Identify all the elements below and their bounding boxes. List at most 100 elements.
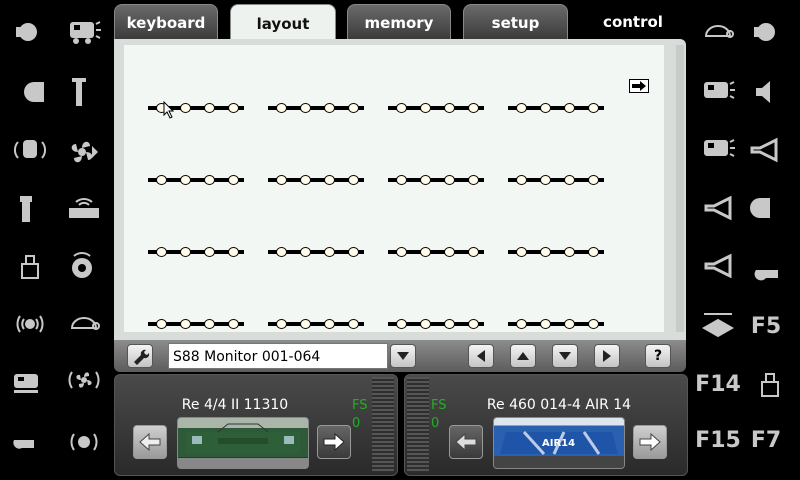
layout-panel bbox=[114, 39, 686, 344]
s88-contact-led bbox=[348, 247, 359, 257]
turtle-icon[interactable] bbox=[64, 304, 104, 344]
function-f5-button[interactable]: F5 bbox=[746, 306, 786, 346]
arrow-left-icon bbox=[139, 433, 161, 451]
loco-sound-icon[interactable] bbox=[64, 12, 104, 52]
s88-contact-led bbox=[468, 247, 479, 257]
s88-contact-led bbox=[540, 247, 551, 257]
s88-module[interactable] bbox=[148, 247, 244, 257]
speed-step-label: FS bbox=[431, 398, 447, 413]
help-button[interactable]: ? bbox=[645, 344, 671, 368]
s88-contact-led bbox=[324, 103, 335, 113]
horn-icon[interactable] bbox=[698, 246, 738, 286]
s88-module[interactable] bbox=[388, 319, 484, 329]
horn-icon[interactable] bbox=[698, 188, 738, 228]
s88-contact-led bbox=[324, 175, 335, 185]
loco-sound-icon[interactable] bbox=[698, 72, 738, 112]
speaker-icon[interactable] bbox=[744, 72, 784, 112]
cab-radio-icon[interactable] bbox=[64, 188, 104, 228]
highbeam-icon[interactable] bbox=[744, 188, 784, 228]
tab-memory[interactable]: memory bbox=[347, 4, 451, 40]
s88-contact-led bbox=[564, 319, 575, 329]
tab-control[interactable]: control bbox=[580, 4, 686, 40]
s88-contact-led bbox=[180, 247, 191, 257]
s88-contact-led bbox=[468, 103, 479, 113]
s88-module[interactable] bbox=[388, 175, 484, 185]
direction-right-button[interactable] bbox=[317, 425, 351, 459]
headlight-icon[interactable] bbox=[18, 72, 58, 112]
wrench-settings-button[interactable] bbox=[127, 344, 153, 368]
function-f14-button[interactable]: F14 bbox=[695, 364, 741, 404]
s88-contact-led bbox=[204, 247, 215, 257]
module-select[interactable]: S88 Monitor 001-064 bbox=[168, 343, 388, 369]
s88-module[interactable] bbox=[508, 319, 604, 329]
s88-module[interactable] bbox=[508, 175, 604, 185]
s88-module[interactable] bbox=[388, 247, 484, 257]
loco-image[interactable]: AIR14 bbox=[493, 417, 625, 469]
tab-layout[interactable]: layout bbox=[230, 4, 336, 42]
s88-monitor-canvas bbox=[124, 45, 664, 332]
s88-contact-led bbox=[396, 175, 407, 185]
s88-module[interactable] bbox=[508, 103, 604, 113]
weight-icon[interactable] bbox=[750, 364, 790, 404]
direction-left-button[interactable] bbox=[133, 425, 167, 459]
scroll-down-button[interactable] bbox=[552, 344, 578, 368]
sound-icon[interactable] bbox=[10, 304, 50, 344]
s88-contact-led bbox=[276, 175, 287, 185]
s88-module[interactable] bbox=[388, 103, 484, 113]
fan-icon[interactable] bbox=[64, 130, 104, 170]
compressor-icon[interactable] bbox=[64, 246, 104, 286]
s88-contact-led bbox=[276, 247, 287, 257]
s88-contact-led bbox=[300, 103, 311, 113]
s88-contact-led bbox=[204, 103, 215, 113]
whistle-icon[interactable] bbox=[750, 254, 790, 294]
next-button[interactable] bbox=[594, 344, 620, 368]
mouse-cursor-icon bbox=[163, 101, 175, 119]
arrow-left-icon bbox=[477, 350, 485, 362]
s88-module[interactable] bbox=[148, 175, 244, 185]
weight-icon[interactable] bbox=[10, 246, 50, 286]
vertical-scrollbar[interactable] bbox=[676, 45, 684, 332]
light-icon[interactable] bbox=[6, 12, 46, 52]
exit-icon[interactable] bbox=[629, 79, 649, 93]
prev-button[interactable] bbox=[468, 344, 494, 368]
s88-module[interactable] bbox=[268, 247, 364, 257]
train-sound-icon[interactable] bbox=[698, 130, 738, 170]
s88-contact-led bbox=[588, 175, 599, 185]
train-announce-icon[interactable] bbox=[6, 360, 46, 400]
s88-contact-led bbox=[564, 175, 575, 185]
module-dropdown-button[interactable] bbox=[390, 344, 416, 368]
tab-keyboard[interactable]: keyboard bbox=[114, 4, 218, 40]
s88-contact-led bbox=[420, 175, 431, 185]
loco-image[interactable] bbox=[177, 417, 309, 469]
s88-module[interactable] bbox=[508, 247, 604, 257]
direction-right-button[interactable] bbox=[633, 425, 667, 459]
turtle-icon[interactable] bbox=[698, 12, 738, 52]
coupler-icon[interactable] bbox=[6, 188, 46, 228]
scroll-up-button[interactable] bbox=[510, 344, 536, 368]
s88-contact-led bbox=[396, 247, 407, 257]
speed-meter[interactable] bbox=[372, 377, 394, 473]
s88-module[interactable] bbox=[268, 175, 364, 185]
s88-contact-led bbox=[228, 247, 239, 257]
s88-contact-led bbox=[420, 247, 431, 257]
function-f15-button[interactable]: F15 bbox=[695, 420, 741, 460]
whistle-icon[interactable] bbox=[6, 424, 46, 464]
light-icon[interactable] bbox=[744, 12, 784, 52]
s88-module[interactable] bbox=[148, 319, 244, 329]
fan-sound-icon[interactable] bbox=[64, 360, 104, 400]
s88-contact-led bbox=[156, 319, 167, 329]
s88-module[interactable] bbox=[268, 319, 364, 329]
s88-contact-led bbox=[348, 103, 359, 113]
s88-contact-led bbox=[228, 103, 239, 113]
horn-icon[interactable] bbox=[744, 130, 784, 170]
function-f7-button[interactable]: F7 bbox=[746, 420, 786, 460]
speed-meter[interactable] bbox=[407, 377, 429, 473]
pantograph-icon[interactable] bbox=[58, 72, 98, 112]
announce-sound-icon[interactable] bbox=[64, 420, 104, 460]
radio-icon[interactable] bbox=[10, 130, 50, 170]
direction-left-button[interactable] bbox=[449, 425, 483, 459]
turntable-icon[interactable] bbox=[698, 306, 738, 346]
tab-setup[interactable]: setup bbox=[463, 4, 568, 40]
s88-contact-led bbox=[564, 247, 575, 257]
s88-module[interactable] bbox=[268, 103, 364, 113]
